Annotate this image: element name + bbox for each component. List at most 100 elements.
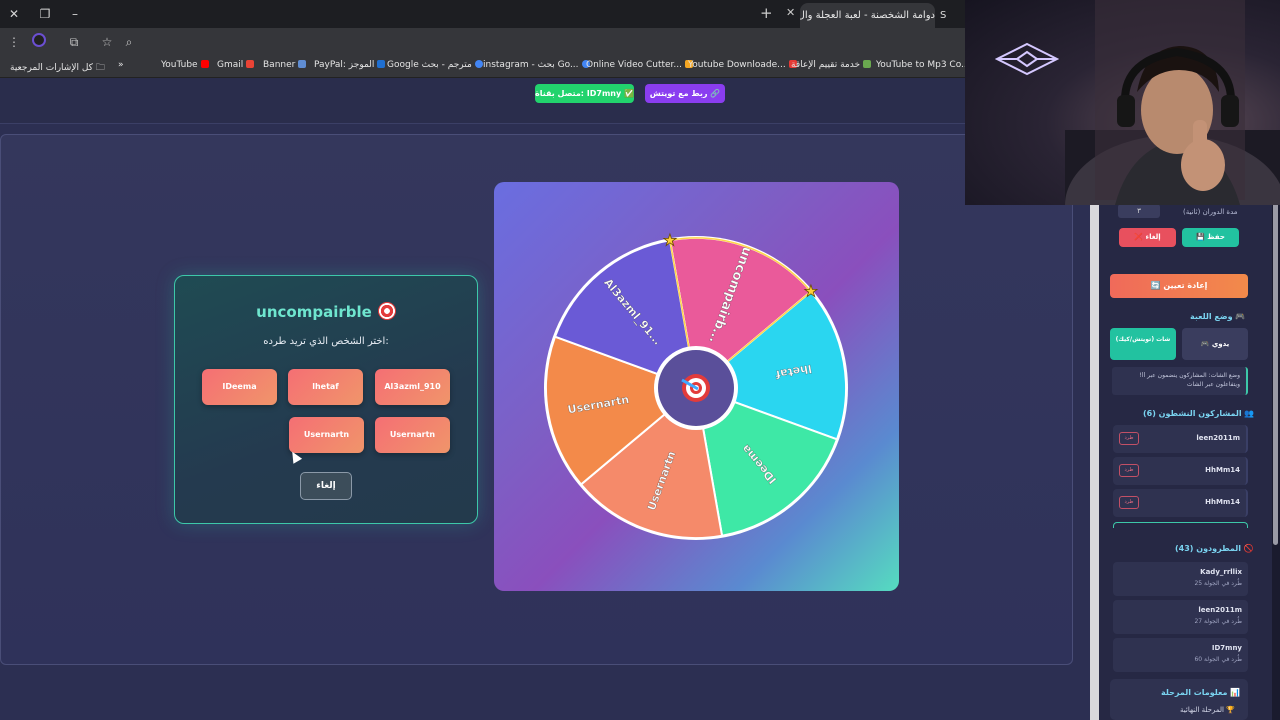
- bookmark-label: instagram - بحث Go...: [483, 60, 579, 70]
- active-player-row: طرد leen2011m: [1113, 425, 1248, 453]
- tab-title: دوامة الشخصنة - لعبة العجلة وال: [800, 10, 935, 21]
- zoom-icon[interactable]: ⌕: [120, 33, 138, 51]
- spin-wheel[interactable]: uncompairb...lhetafIDeemaUsernartnUserna…: [494, 182, 899, 591]
- save-label: حفظ: [1207, 233, 1225, 241]
- connected-label: متصل بقناة: ID7mny ✅: [535, 89, 634, 98]
- kick-button[interactable]: طرد: [1119, 464, 1139, 477]
- bookmark-all[interactable]: كل الإشارات المرجعية 🗀: [10, 60, 105, 76]
- mode-manual-label: يدوي: [1211, 340, 1230, 348]
- spin-duration-input[interactable]: ٣: [1118, 204, 1160, 218]
- cancel-label: إلغاء: [316, 481, 336, 491]
- eliminated-row: Kady_rrllix طُرد في الجولة 25: [1113, 562, 1248, 596]
- bookmark-youtube[interactable]: YouTube: [161, 60, 209, 70]
- new-tab-icon[interactable]: +: [760, 4, 773, 22]
- menu-dots-icon[interactable]: ⋮: [5, 33, 23, 51]
- bookmark-instagram[interactable]: instagram - بحث Go...: [483, 60, 590, 70]
- reset-label: إعادة تعيين: [1163, 281, 1208, 290]
- connect-twitch-button[interactable]: ربط مع تويتش 🔗: [645, 84, 725, 103]
- bookmark-banner[interactable]: Banner: [263, 60, 307, 70]
- bookmark-label: Gmail: [217, 60, 244, 70]
- target-icon: [377, 302, 396, 320]
- chart-icon: 📊: [1230, 688, 1241, 697]
- tab-title-2: S: [940, 10, 947, 21]
- bookmarks-bar: كل الإشارات المرجعية 🗀 » YouTube Gmail B…: [0, 55, 981, 78]
- elimination-dialog: uncompairble اختر الشخص الذي تريد طرده: …: [174, 275, 478, 524]
- bookmark-gmail[interactable]: Gmail: [217, 60, 255, 70]
- eliminated-row: leen2011m طُرد في الجولة 27: [1113, 600, 1248, 634]
- player-name: HhMm14: [1205, 498, 1240, 506]
- no-entry-icon: 🚫: [1243, 544, 1254, 553]
- kick-player-button[interactable]: Al3azml_910: [375, 369, 450, 405]
- mode-manual-button[interactable]: 🎮 يدوي: [1182, 328, 1248, 360]
- kick-button[interactable]: طرد: [1119, 496, 1139, 509]
- kick-player-button[interactable]: Usernartn: [289, 417, 364, 453]
- kick-label: طرد: [1124, 499, 1134, 505]
- users-icon: 👥: [1244, 409, 1255, 418]
- kick-label: طرد: [1124, 435, 1134, 441]
- tab-close-icon[interactable]: ✕: [786, 6, 795, 19]
- bookmark-label: YouTube: [161, 60, 198, 70]
- player-label: Usernartn: [389, 430, 436, 439]
- sidebar-scroll-thumb[interactable]: [1273, 200, 1278, 545]
- bookmark-paypal[interactable]: PayPal: الموجز: [314, 60, 386, 70]
- profile-avatar[interactable]: [30, 33, 48, 51]
- bookmark-video-cutter[interactable]: Online Video Cutter...: [586, 60, 694, 70]
- bookmark-star-icon[interactable]: ☆: [98, 33, 116, 51]
- stage-info-heading: معلومات المرحلة 📊: [1161, 688, 1240, 697]
- bookmark-label: Online Video Cutter...: [586, 60, 683, 70]
- player-label: Usernartn: [303, 430, 350, 439]
- cancel-button[interactable]: إلغاء: [300, 472, 352, 500]
- eliminated-round: طُرد في الجولة 60: [1194, 656, 1242, 663]
- reset-button[interactable]: 🔄 إعادة تعيين: [1110, 274, 1248, 298]
- bookmark-label: Youtube Downloade...: [688, 60, 786, 70]
- connected-status-button[interactable]: متصل بقناة: ID7mny ✅: [535, 84, 634, 103]
- star-icon: ★: [804, 282, 818, 301]
- kick-label: طرد: [1124, 467, 1134, 473]
- wheel-card: uncompairb... lhetaf IDeema Usernartn Userna…: [494, 182, 899, 591]
- restore-window-icon[interactable]: ❐: [36, 5, 54, 23]
- overflow-label: »: [118, 60, 124, 70]
- webcam-scene: [1065, 0, 1280, 205]
- kick-player-button[interactable]: Usernartn: [375, 417, 450, 453]
- player-name: HhMm14: [1205, 466, 1240, 474]
- bookmark-translate[interactable]: Google مترجم - بحث: [387, 60, 483, 70]
- save-button[interactable]: 💾 حفظ: [1182, 228, 1239, 247]
- stage-sub: المرحلة النهائية 🏆: [1180, 706, 1235, 714]
- tab-active[interactable]: دوامة الشخصنة - لعبة العجلة وال: [800, 3, 935, 28]
- stage-sub-label: المرحلة النهائية: [1180, 706, 1224, 714]
- eliminated-round: طُرد في الجولة 27: [1194, 618, 1242, 625]
- service-icon: [863, 60, 872, 68]
- game-mode-title: وضع اللعبة: [1190, 312, 1233, 321]
- minimize-window-icon[interactable]: –: [66, 5, 84, 23]
- bookmark-yt-downloader[interactable]: Youtube Downloade...: [688, 60, 797, 70]
- extensions-icon[interactable]: ⧉: [65, 33, 83, 51]
- eliminated-heading: المطرودون (43) 🚫: [1175, 544, 1254, 553]
- save-icon: 💾: [1196, 233, 1208, 241]
- elimination-title: uncompairble: [175, 302, 477, 321]
- mode-chat-button[interactable]: شات (تويتش/كيك): [1110, 328, 1176, 360]
- close-window-icon[interactable]: ✕: [5, 5, 23, 23]
- eliminated-row: ID7mny طُرد في الجولة 60: [1113, 638, 1248, 672]
- kick-button[interactable]: طرد: [1119, 432, 1139, 445]
- folder-icon: 🗀: [95, 63, 105, 73]
- spin-duration-label: مدة الدوران (ثانية): [1183, 208, 1238, 216]
- sidebar-cancel-label: إلغاء: [1145, 233, 1161, 241]
- active-list-scroll-edge: [1113, 522, 1248, 528]
- refresh-icon: 🔄: [1150, 281, 1164, 290]
- sidebar-cancel-button[interactable]: ❌ إلغاء: [1119, 228, 1176, 247]
- google-icon: [474, 60, 483, 68]
- browser-toolbar: ⋮ ⧉ ☆ ⌕: [0, 28, 965, 55]
- banner-icon: [298, 60, 307, 68]
- kick-player-button[interactable]: IDeema: [202, 369, 277, 405]
- stage-title: معلومات المرحلة: [1161, 688, 1228, 697]
- channel-logo: [995, 42, 1059, 76]
- star-icon: ★: [663, 230, 677, 249]
- kick-player-button[interactable]: lhetaf: [288, 369, 363, 405]
- bookmark-disability[interactable]: خدمة تقييم الإعاقة: [791, 60, 872, 70]
- bookmarks-overflow[interactable]: »: [118, 60, 124, 70]
- game-mode-heading: وضع اللعبة 🎮: [1190, 312, 1245, 321]
- eliminated-name: leen2011m: [1198, 606, 1242, 614]
- tab-second[interactable]: S: [940, 3, 965, 28]
- player-name: leen2011m: [1196, 434, 1240, 442]
- active-player-row: طرد HhMm14: [1113, 457, 1248, 485]
